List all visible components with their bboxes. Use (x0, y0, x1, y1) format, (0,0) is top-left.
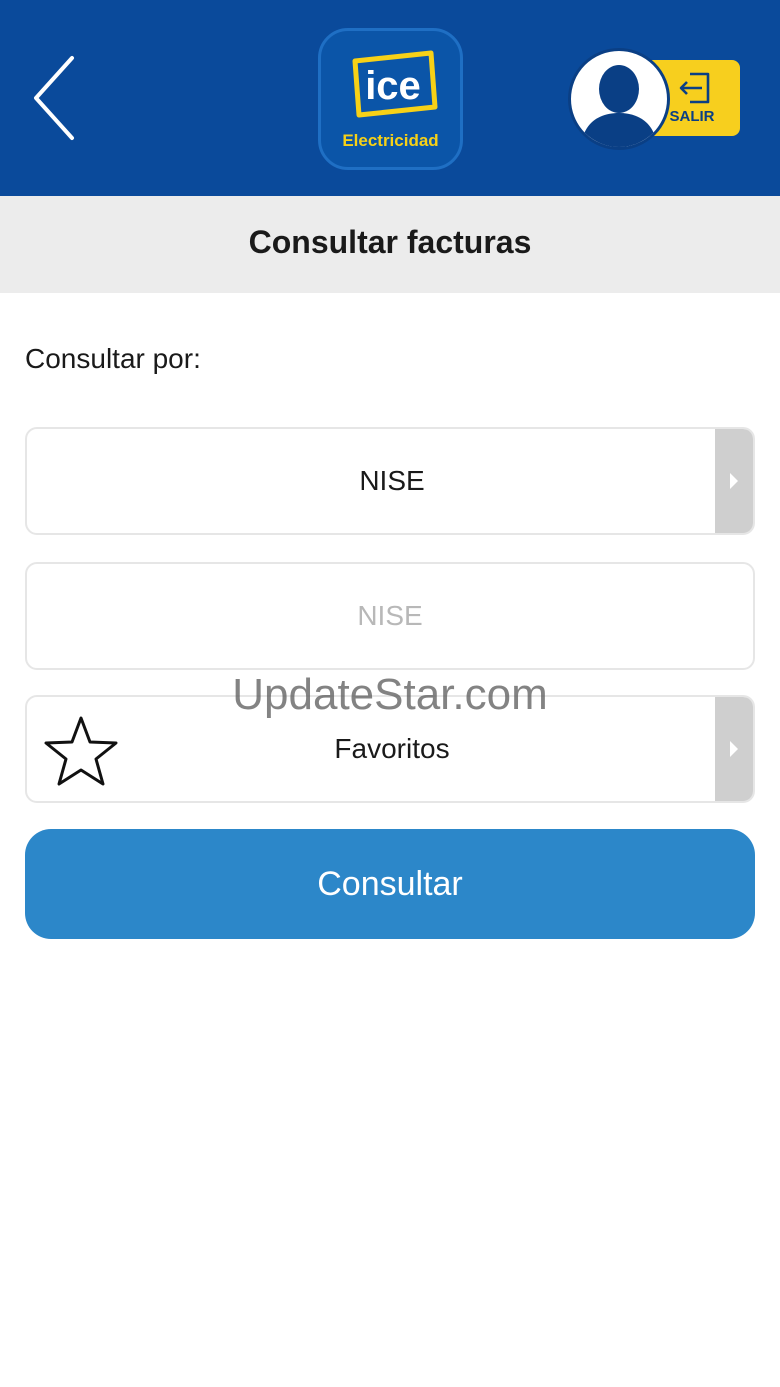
logo-subtitle: Electricidad (342, 131, 439, 150)
caret-right-icon (730, 473, 738, 489)
logo-text: ice (365, 64, 421, 108)
user-silhouette-icon (581, 65, 657, 147)
favorites-dropdown-arrow[interactable] (715, 697, 753, 801)
consultar-button-label: Consultar (317, 865, 463, 903)
nise-field[interactable] (25, 562, 755, 670)
chevron-left-icon (34, 56, 74, 140)
caret-right-icon (730, 741, 738, 757)
query-by-label: Consultar por: (25, 343, 201, 374)
logout-icon (679, 72, 710, 104)
favorites-label: Favoritos (334, 733, 450, 764)
ice-logo-mark: ice (352, 50, 438, 118)
query-type-select[interactable]: NISE (25, 427, 755, 535)
query-type-dropdown-arrow[interactable] (715, 429, 753, 533)
app-header: ice Electricidad SALIR (0, 0, 780, 196)
back-button[interactable] (22, 48, 92, 148)
nise-input[interactable] (27, 564, 753, 668)
ice-logo: ice Electricidad (318, 28, 463, 170)
favorites-select[interactable]: Favoritos (25, 695, 755, 803)
user-avatar-icon[interactable] (568, 48, 670, 150)
logout-button[interactable]: SALIR (566, 46, 746, 152)
consultar-button[interactable]: Consultar (25, 829, 755, 939)
page-title-bar: Consultar facturas (0, 196, 780, 293)
page-title: Consultar facturas (248, 224, 532, 260)
query-type-value: NISE (359, 465, 425, 496)
